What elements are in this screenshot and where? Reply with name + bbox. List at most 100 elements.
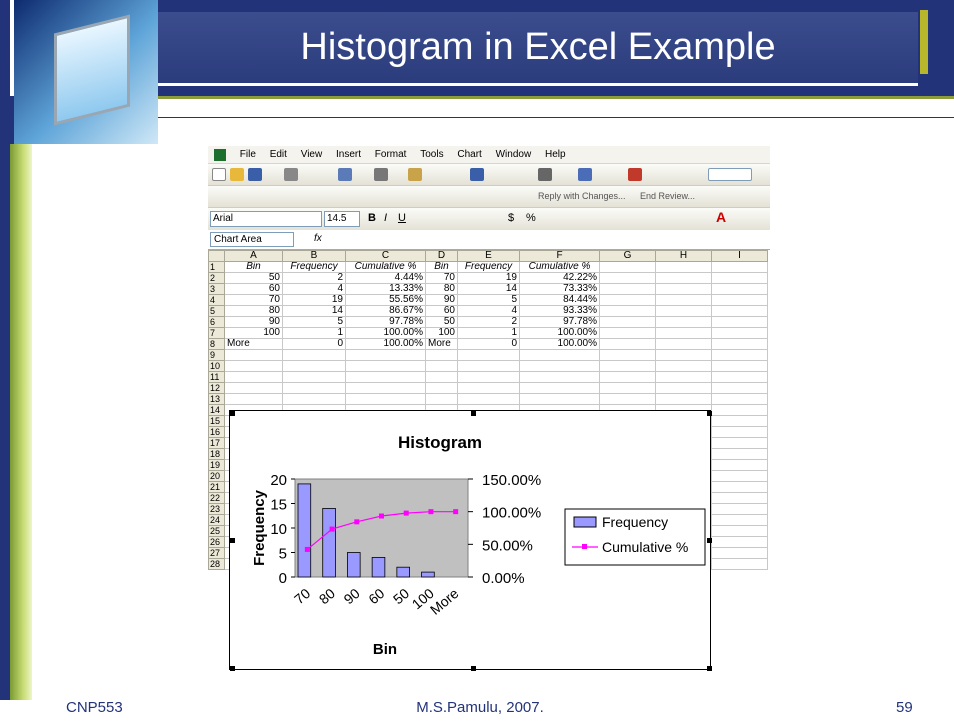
- row-header[interactable]: 6: [208, 316, 225, 328]
- cell[interactable]: 100: [224, 327, 283, 339]
- cell[interactable]: [711, 558, 768, 570]
- cell[interactable]: 19: [282, 294, 346, 306]
- reply-with-changes[interactable]: Reply with Changes...: [538, 191, 626, 201]
- row-header[interactable]: 22: [208, 492, 225, 504]
- row-header[interactable]: 17: [208, 437, 225, 449]
- cell[interactable]: [282, 371, 346, 383]
- cell[interactable]: [345, 360, 426, 372]
- cell[interactable]: 93.33%: [519, 305, 600, 317]
- end-review[interactable]: End Review...: [640, 191, 695, 201]
- row-header[interactable]: 13: [208, 393, 225, 405]
- open-icon[interactable]: [230, 168, 244, 181]
- cell[interactable]: Frequency: [457, 261, 520, 273]
- cell[interactable]: [655, 294, 712, 306]
- cell[interactable]: [711, 261, 768, 273]
- menu-chart[interactable]: Chart: [457, 146, 481, 164]
- cell[interactable]: [655, 360, 712, 372]
- font-box[interactable]: Arial: [210, 211, 322, 227]
- cell[interactable]: [425, 349, 458, 361]
- cell[interactable]: 13.33%: [345, 283, 426, 295]
- sum-icon[interactable]: [538, 168, 552, 181]
- row-header[interactable]: 1: [208, 261, 225, 273]
- cell[interactable]: [599, 294, 656, 306]
- cell[interactable]: 2: [282, 272, 346, 284]
- cell[interactable]: [711, 437, 768, 449]
- cut-icon[interactable]: [374, 168, 388, 181]
- cell[interactable]: [711, 536, 768, 548]
- cell[interactable]: [599, 360, 656, 372]
- cell[interactable]: More: [425, 338, 458, 350]
- column-header[interactable]: H: [655, 250, 712, 262]
- cell[interactable]: [519, 360, 600, 372]
- cell[interactable]: 80: [425, 283, 458, 295]
- cell[interactable]: [345, 393, 426, 405]
- cell[interactable]: [519, 393, 600, 405]
- cell[interactable]: [711, 371, 768, 383]
- cell[interactable]: Bin: [224, 261, 283, 273]
- row-header[interactable]: 3: [208, 283, 225, 295]
- cell[interactable]: 90: [425, 294, 458, 306]
- cell[interactable]: [711, 327, 768, 339]
- cell[interactable]: [711, 503, 768, 515]
- cell[interactable]: 100.00%: [345, 327, 426, 339]
- menu-help[interactable]: Help: [545, 146, 566, 164]
- cell[interactable]: 4.44%: [345, 272, 426, 284]
- cell[interactable]: [711, 448, 768, 460]
- new-icon[interactable]: [212, 168, 226, 181]
- menu-view[interactable]: View: [301, 146, 323, 164]
- cell[interactable]: [655, 272, 712, 284]
- column-header[interactable]: A: [224, 250, 283, 262]
- cell[interactable]: [655, 349, 712, 361]
- cell[interactable]: [655, 338, 712, 350]
- row-header[interactable]: 20: [208, 470, 225, 482]
- chart-area[interactable]: Histogram 0 5 10 15 20 0.00% 50.00% 100.00% 150.0…: [229, 410, 712, 671]
- cell[interactable]: [655, 371, 712, 383]
- cell[interactable]: 2: [457, 316, 520, 328]
- cell[interactable]: Frequency: [282, 261, 346, 273]
- row-header[interactable]: 18: [208, 448, 225, 460]
- cell[interactable]: 97.78%: [519, 316, 600, 328]
- row-header[interactable]: 5: [208, 305, 225, 317]
- row-header[interactable]: 19: [208, 459, 225, 471]
- cell[interactable]: 100.00%: [519, 327, 600, 339]
- column-header[interactable]: F: [519, 250, 600, 262]
- cell[interactable]: 5: [457, 294, 520, 306]
- cell[interactable]: [224, 349, 283, 361]
- cell[interactable]: [345, 382, 426, 394]
- currency-button[interactable]: $: [508, 212, 514, 224]
- cell[interactable]: [711, 525, 768, 537]
- cell[interactable]: [425, 371, 458, 383]
- row-header[interactable]: 28: [208, 558, 225, 570]
- row-header[interactable]: 4: [208, 294, 225, 306]
- row-header[interactable]: 14: [208, 404, 225, 416]
- menu-window[interactable]: Window: [496, 146, 532, 164]
- cell[interactable]: [655, 393, 712, 405]
- cell[interactable]: [599, 338, 656, 350]
- cell[interactable]: [711, 316, 768, 328]
- cell[interactable]: 50: [425, 316, 458, 328]
- cell[interactable]: 14: [282, 305, 346, 317]
- cell[interactable]: [711, 294, 768, 306]
- cell[interactable]: 70: [425, 272, 458, 284]
- cell[interactable]: Bin: [425, 261, 458, 273]
- cell[interactable]: [711, 415, 768, 427]
- row-header[interactable]: 9: [208, 349, 225, 361]
- cell[interactable]: [711, 492, 768, 504]
- cell[interactable]: [655, 316, 712, 328]
- cell[interactable]: 60: [224, 283, 283, 295]
- cell[interactable]: [655, 382, 712, 394]
- menu-insert[interactable]: Insert: [336, 146, 361, 164]
- cell[interactable]: 4: [457, 305, 520, 317]
- menu-tools[interactable]: Tools: [420, 146, 443, 164]
- cell[interactable]: More: [224, 338, 283, 350]
- cell[interactable]: [599, 316, 656, 328]
- cell[interactable]: 60: [425, 305, 458, 317]
- font-color-button[interactable]: A: [716, 209, 726, 225]
- cell[interactable]: [599, 393, 656, 405]
- row-header[interactable]: 2: [208, 272, 225, 284]
- cell[interactable]: 73.33%: [519, 283, 600, 295]
- row-header[interactable]: 7: [208, 327, 225, 339]
- cell[interactable]: Cumulative %: [519, 261, 600, 273]
- cell[interactable]: [282, 360, 346, 372]
- save-icon[interactable]: [248, 168, 262, 181]
